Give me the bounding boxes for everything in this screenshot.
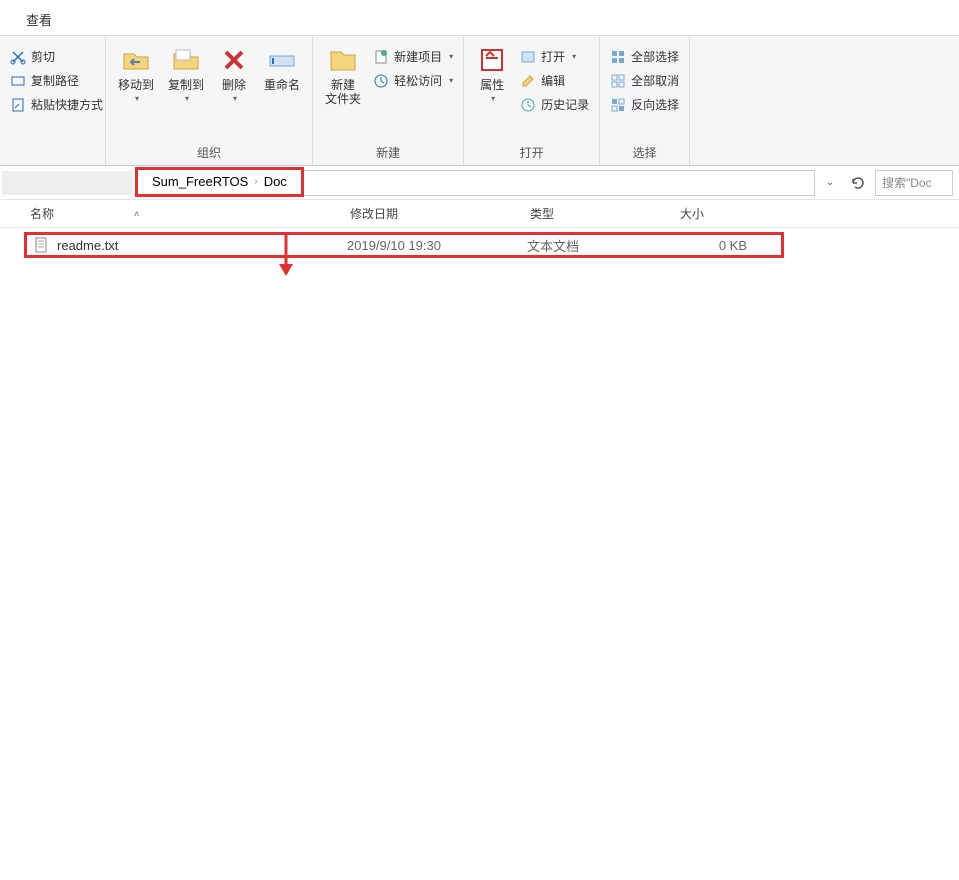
ribbon: 剪切 复制路径 粘贴快捷方式 — [0, 36, 959, 166]
new-item-button[interactable]: 新建项目 ▾ — [369, 46, 457, 67]
dropdown-arrow-icon: ▾ — [449, 52, 453, 61]
ribbon-tab-bar: 查看 — [0, 0, 959, 36]
select-all-label: 全部选择 — [631, 48, 679, 65]
group-label-open: 打开 — [470, 141, 593, 165]
file-type: 文本文档 — [527, 236, 677, 255]
dropdown-arrow-icon: ▾ — [233, 94, 237, 103]
copy-to-label: 复制到 — [168, 78, 204, 92]
breadcrumb-highlight: Sum_FreeRTOS › Doc — [135, 167, 304, 197]
open-button[interactable]: 打开 ▾ — [516, 46, 593, 67]
group-label-select: 选择 — [606, 141, 683, 165]
breadcrumb-seg-2[interactable]: Doc — [258, 174, 293, 189]
search-placeholder: 搜索"Doc — [882, 174, 932, 191]
rename-label: 重命名 — [264, 78, 300, 92]
open-label: 打开 — [541, 48, 565, 65]
easy-access-icon — [373, 73, 389, 89]
edit-icon — [520, 73, 536, 89]
cut-button[interactable]: 剪切 — [6, 46, 107, 67]
scissors-icon — [10, 49, 26, 65]
column-name-label: 名称 — [30, 205, 54, 222]
open-icon — [520, 49, 536, 65]
breadcrumb-seg-1[interactable]: Sum_FreeRTOS — [146, 174, 254, 189]
dropdown-arrow-icon: ▾ — [135, 94, 139, 103]
file-list: readme.txt 2019/9/10 19:30 文本文档 0 KB — [0, 228, 959, 258]
move-to-icon — [120, 44, 152, 76]
invert-selection-button[interactable]: 反向选择 — [606, 94, 683, 115]
tab-view[interactable]: 查看 — [12, 4, 66, 35]
column-header-date[interactable]: 修改日期 — [350, 205, 530, 222]
group-label-new: 新建 — [319, 141, 457, 165]
copy-to-icon — [170, 44, 202, 76]
refresh-button[interactable] — [847, 172, 869, 194]
address-dropdown-button[interactable]: ⌄ — [819, 172, 841, 194]
text-file-icon — [33, 237, 49, 253]
cut-label: 剪切 — [31, 48, 55, 65]
new-folder-label: 新建 文件夹 — [325, 78, 361, 107]
select-none-button[interactable]: 全部取消 — [606, 70, 683, 91]
delete-button[interactable]: 删除 ▾ — [212, 40, 256, 107]
dropdown-arrow-icon: ▾ — [449, 76, 453, 85]
delete-label: 删除 — [222, 78, 246, 92]
history-label: 历史记录 — [541, 96, 589, 113]
copy-path-label: 复制路径 — [31, 72, 79, 89]
properties-icon — [476, 44, 508, 76]
file-name: readme.txt — [57, 238, 118, 253]
column-header-type[interactable]: 类型 — [530, 205, 680, 222]
easy-access-label: 轻松访问 — [394, 72, 442, 89]
column-header-size[interactable]: 大小 — [680, 205, 760, 222]
file-size: 0 KB — [677, 238, 757, 253]
path-icon — [10, 73, 26, 89]
address-bar-row: Sum_FreeRTOS › Doc ⌄ 搜索"Doc — [0, 166, 959, 200]
rename-button[interactable]: 重命名 — [258, 40, 306, 96]
edit-label: 编辑 — [541, 72, 565, 89]
move-to-label: 移动到 — [118, 78, 154, 92]
new-item-label: 新建项目 — [394, 48, 442, 65]
select-none-label: 全部取消 — [631, 72, 679, 89]
copy-path-button[interactable]: 复制路径 — [6, 70, 107, 91]
refresh-icon — [850, 175, 866, 191]
paste-shortcut-label: 粘贴快捷方式 — [31, 96, 103, 113]
select-all-button[interactable]: 全部选择 — [606, 46, 683, 67]
history-button[interactable]: 历史记录 — [516, 94, 593, 115]
new-item-icon — [373, 49, 389, 65]
new-folder-button[interactable]: 新建 文件夹 — [319, 40, 367, 111]
nav-buttons-placeholder — [2, 171, 132, 195]
dropdown-arrow-icon: ▾ — [185, 94, 189, 103]
file-date: 2019/9/10 19:30 — [347, 238, 527, 253]
shortcut-icon — [10, 97, 26, 113]
sort-indicator-icon: ˄ — [134, 209, 139, 219]
group-label-clipboard — [6, 158, 99, 165]
history-icon — [520, 97, 536, 113]
copy-to-button[interactable]: 复制到 ▾ — [162, 40, 210, 107]
breadcrumb[interactable]: Sum_FreeRTOS › Doc — [136, 170, 815, 196]
properties-label: 属性 — [480, 78, 504, 92]
annotation-arrow-icon — [276, 230, 296, 278]
new-folder-icon — [327, 44, 359, 76]
group-label-organize: 组织 — [112, 141, 306, 165]
select-none-icon — [610, 73, 626, 89]
properties-button[interactable]: 属性 ▾ — [470, 40, 514, 107]
edit-button[interactable]: 编辑 — [516, 70, 593, 91]
file-row[interactable]: readme.txt 2019/9/10 19:30 文本文档 0 KB — [24, 232, 784, 258]
chevron-down-icon: ⌄ — [826, 177, 834, 188]
column-header-name[interactable]: 名称 ˄ — [30, 205, 350, 222]
search-input[interactable]: 搜索"Doc — [875, 170, 953, 196]
paste-shortcut-button[interactable]: 粘贴快捷方式 — [6, 94, 107, 115]
select-all-icon — [610, 49, 626, 65]
dropdown-arrow-icon: ▾ — [491, 94, 495, 103]
invert-label: 反向选择 — [631, 96, 679, 113]
column-headers: 名称 ˄ 修改日期 类型 大小 — [0, 200, 959, 228]
move-to-button[interactable]: 移动到 ▾ — [112, 40, 160, 107]
rename-icon — [266, 44, 298, 76]
easy-access-button[interactable]: 轻松访问 ▾ — [369, 70, 457, 91]
invert-icon — [610, 97, 626, 113]
dropdown-arrow-icon: ▾ — [572, 52, 576, 61]
delete-icon — [218, 44, 250, 76]
